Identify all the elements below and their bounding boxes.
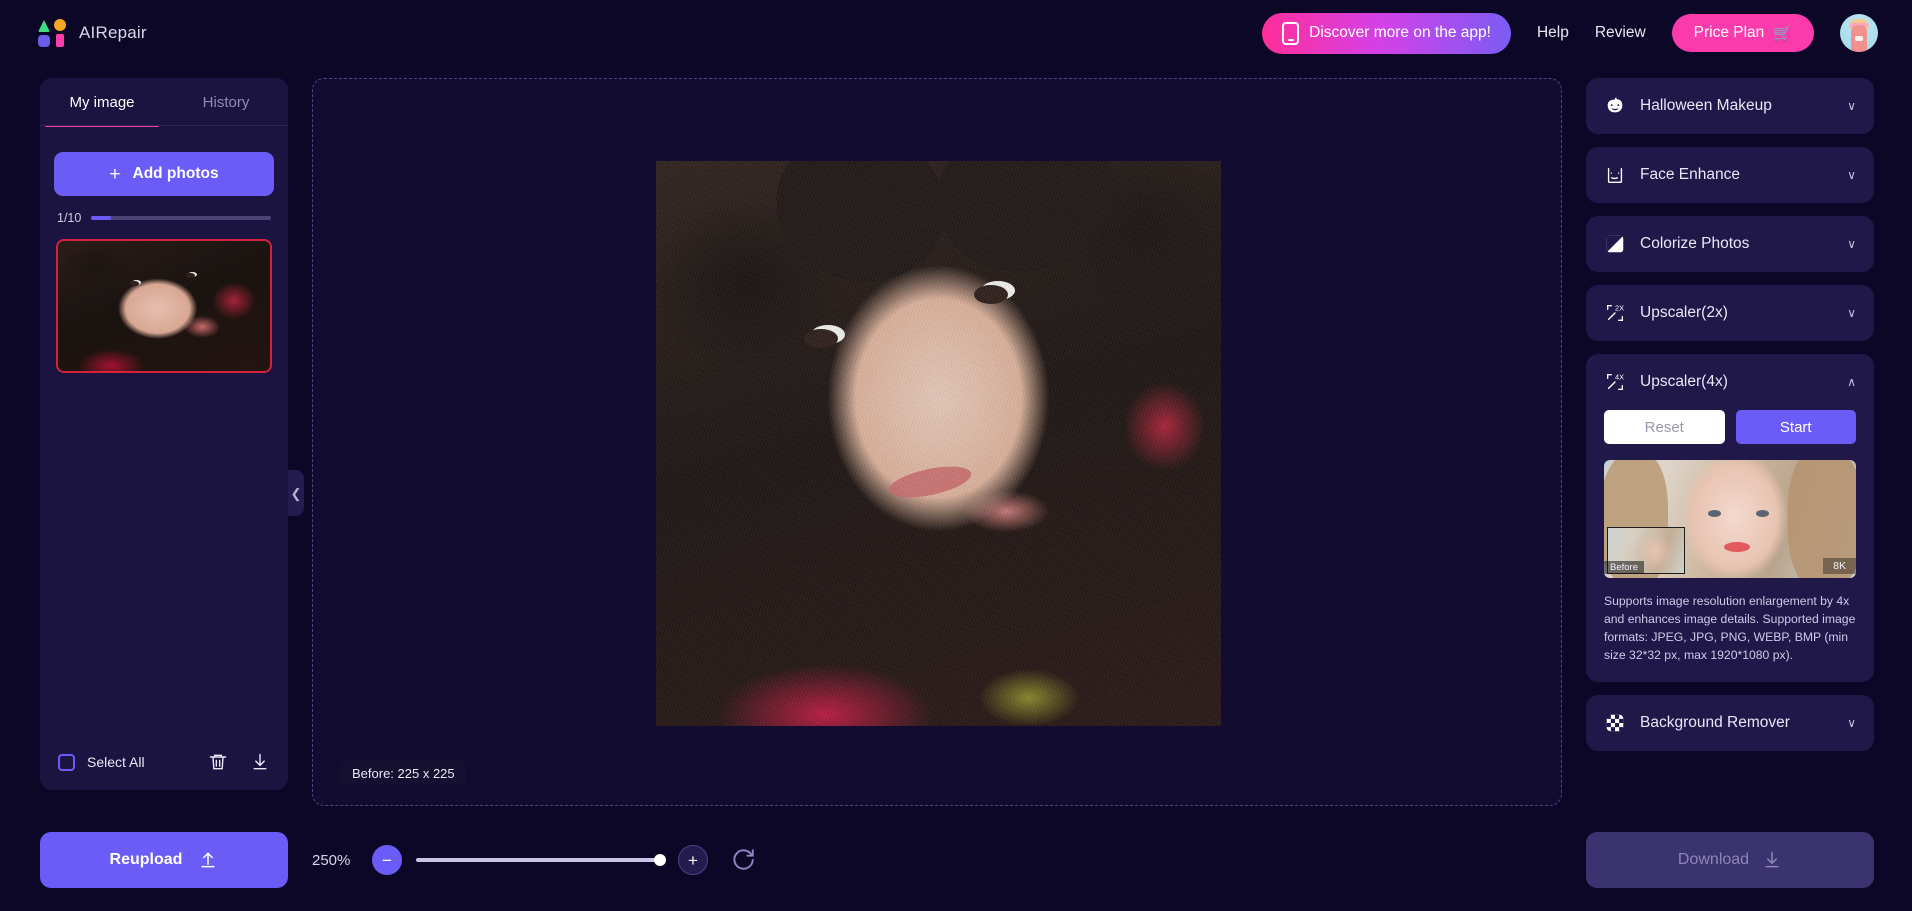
upscaler-4x-icon: 4X <box>1604 371 1626 393</box>
chevron-down-icon[interactable]: ∨ <box>1847 238 1856 250</box>
footer-icons <box>208 752 270 772</box>
top-header: AIRepair Discover more on the app! Help … <box>0 0 1912 66</box>
tab-history[interactable]: History <box>164 78 288 126</box>
avatar[interactable] <box>1840 14 1878 52</box>
image-canvas[interactable]: Before: 225 x 225 <box>312 78 1562 806</box>
upscaler-2x-icon: 2X <box>1604 302 1626 324</box>
upscaler-4x-description: Supports image resolution enlargement by… <box>1604 594 1856 663</box>
background-remover-icon <box>1604 712 1626 734</box>
upscaler-4x-sample-preview: Before 8K <box>1604 460 1856 578</box>
discover-app-label: Discover more on the app! <box>1309 24 1491 41</box>
brand[interactable]: AIRepair <box>38 19 147 47</box>
download-arrow-icon <box>1765 851 1779 868</box>
thumbnail-list <box>56 239 272 373</box>
colorize-icon <box>1604 233 1626 255</box>
add-photos-button[interactable]: + Add photos <box>54 152 274 196</box>
reset-button[interactable]: Reset <box>1604 410 1725 444</box>
tool-colorize-photos-header[interactable]: Colorize Photos ∨ <box>1586 216 1874 272</box>
price-plan-button[interactable]: Price Plan 🛒 <box>1671 14 1814 52</box>
tool-colorize-photos-label: Colorize Photos <box>1640 235 1750 252</box>
image-count-row: 1/10 <box>40 196 288 225</box>
svg-text:4X: 4X <box>1615 372 1624 381</box>
tools-panel: Halloween Makeup ∨ Face Enhance ∨ Colori… <box>1586 78 1874 764</box>
chevron-up-icon[interactable]: ∧ <box>1847 376 1856 388</box>
chevron-down-icon[interactable]: ∨ <box>1847 717 1856 729</box>
tool-background-remover-label: Background Remover <box>1640 714 1790 732</box>
chevron-left-icon: ❮ <box>290 485 302 501</box>
zoom-slider[interactable] <box>416 854 666 866</box>
discover-app-button[interactable]: Discover more on the app! <box>1262 12 1511 54</box>
tool-background-remover-header[interactable]: Background Remover ∨ <box>1586 695 1874 751</box>
sample-quality-label: 8K <box>1823 558 1856 574</box>
zoom-toolbar: 250% − + <box>312 845 756 875</box>
download-label: Download <box>1677 851 1750 868</box>
sidebar-collapse-handle[interactable]: ❮ <box>288 470 304 516</box>
face-enhance-icon <box>1604 164 1626 186</box>
tab-my-image[interactable]: My image <box>40 78 164 127</box>
price-plan-label: Price Plan <box>1693 24 1765 41</box>
tool-halloween-makeup-header[interactable]: Halloween Makeup ∨ <box>1586 78 1874 134</box>
zoom-slider-knob[interactable] <box>654 854 666 866</box>
main-preview-image <box>656 161 1221 726</box>
tool-upscaler-4x-header[interactable]: 4X Upscaler(4x) ∧ <box>1586 354 1874 410</box>
zoom-in-button[interactable]: + <box>678 845 708 875</box>
tool-upscaler-2x[interactable]: 2X Upscaler(2x) ∨ <box>1586 285 1874 341</box>
chevron-down-icon[interactable]: ∨ <box>1847 169 1856 181</box>
image-count-progress <box>91 216 271 220</box>
upload-icon <box>201 852 216 868</box>
delete-icon[interactable] <box>208 752 228 772</box>
add-photos-label: Add photos <box>132 165 219 182</box>
tool-colorize-photos[interactable]: Colorize Photos ∨ <box>1586 216 1874 272</box>
tool-face-enhance[interactable]: Face Enhance ∨ <box>1586 147 1874 203</box>
upscaler-4x-body: Reset Start Before 8K Supports image res… <box>1586 410 1874 682</box>
sample-before-label: Before <box>1604 561 1644 574</box>
before-size-badge: Before: 225 x 225 <box>341 761 466 785</box>
tool-face-enhance-label: Face Enhance <box>1640 166 1740 183</box>
select-all-checkbox[interactable] <box>58 753 75 771</box>
sidebar-tabs: My image History <box>40 78 288 127</box>
sidebar-footer: Select All <box>40 734 288 790</box>
app-root: AIRepair Discover more on the app! Help … <box>0 0 1912 911</box>
phone-icon <box>1282 21 1300 45</box>
tool-upscaler-4x-label: Upscaler(4x) <box>1640 373 1728 390</box>
tool-upscaler-2x-label: Upscaler(2x) <box>1640 304 1728 321</box>
tool-halloween-makeup-label: Halloween Makeup <box>1640 97 1772 114</box>
zoom-percent-label: 250% <box>312 851 351 869</box>
chevron-down-icon[interactable]: ∨ <box>1847 100 1856 112</box>
tool-upscaler-4x[interactable]: 4X Upscaler(4x) ∧ Reset Start Before 8K <box>1586 354 1874 683</box>
brand-name: AIRepair <box>79 23 147 42</box>
tool-upscaler-2x-header[interactable]: 2X Upscaler(2x) ∨ <box>1586 285 1874 341</box>
chevron-down-icon[interactable]: ∨ <box>1847 307 1856 319</box>
zoom-out-button[interactable]: − <box>372 845 402 875</box>
review-link[interactable]: Review <box>1595 24 1646 42</box>
tool-background-remover[interactable]: Background Remover ∨ <box>1586 695 1874 752</box>
cart-icon: 🛒 <box>1773 24 1792 42</box>
reset-zoom-icon[interactable] <box>730 847 756 873</box>
logo-icon <box>38 19 66 47</box>
plus-icon: + <box>109 163 121 185</box>
upscaler-4x-actions: Reset Start <box>1604 410 1856 444</box>
reupload-button[interactable]: Reupload <box>40 832 288 888</box>
start-button[interactable]: Start <box>1735 410 1856 444</box>
download-icon[interactable] <box>250 752 270 772</box>
select-all-label: Select All <box>87 754 145 770</box>
header-actions: Discover more on the app! Help Review Pr… <box>1262 12 1878 54</box>
reupload-label: Reupload <box>109 851 183 868</box>
help-link[interactable]: Help <box>1537 24 1569 42</box>
pumpkin-icon <box>1604 95 1626 117</box>
thumbnail-item[interactable] <box>56 239 272 373</box>
image-count-label: 1/10 <box>57 211 82 225</box>
tool-face-enhance-header[interactable]: Face Enhance ∨ <box>1586 147 1874 203</box>
download-button[interactable]: Download <box>1586 832 1874 888</box>
svg-text:2X: 2X <box>1615 303 1624 312</box>
tool-halloween-makeup[interactable]: Halloween Makeup ∨ <box>1586 78 1874 134</box>
left-sidebar: My image History + Add photos 1/10 Selec… <box>40 78 288 790</box>
